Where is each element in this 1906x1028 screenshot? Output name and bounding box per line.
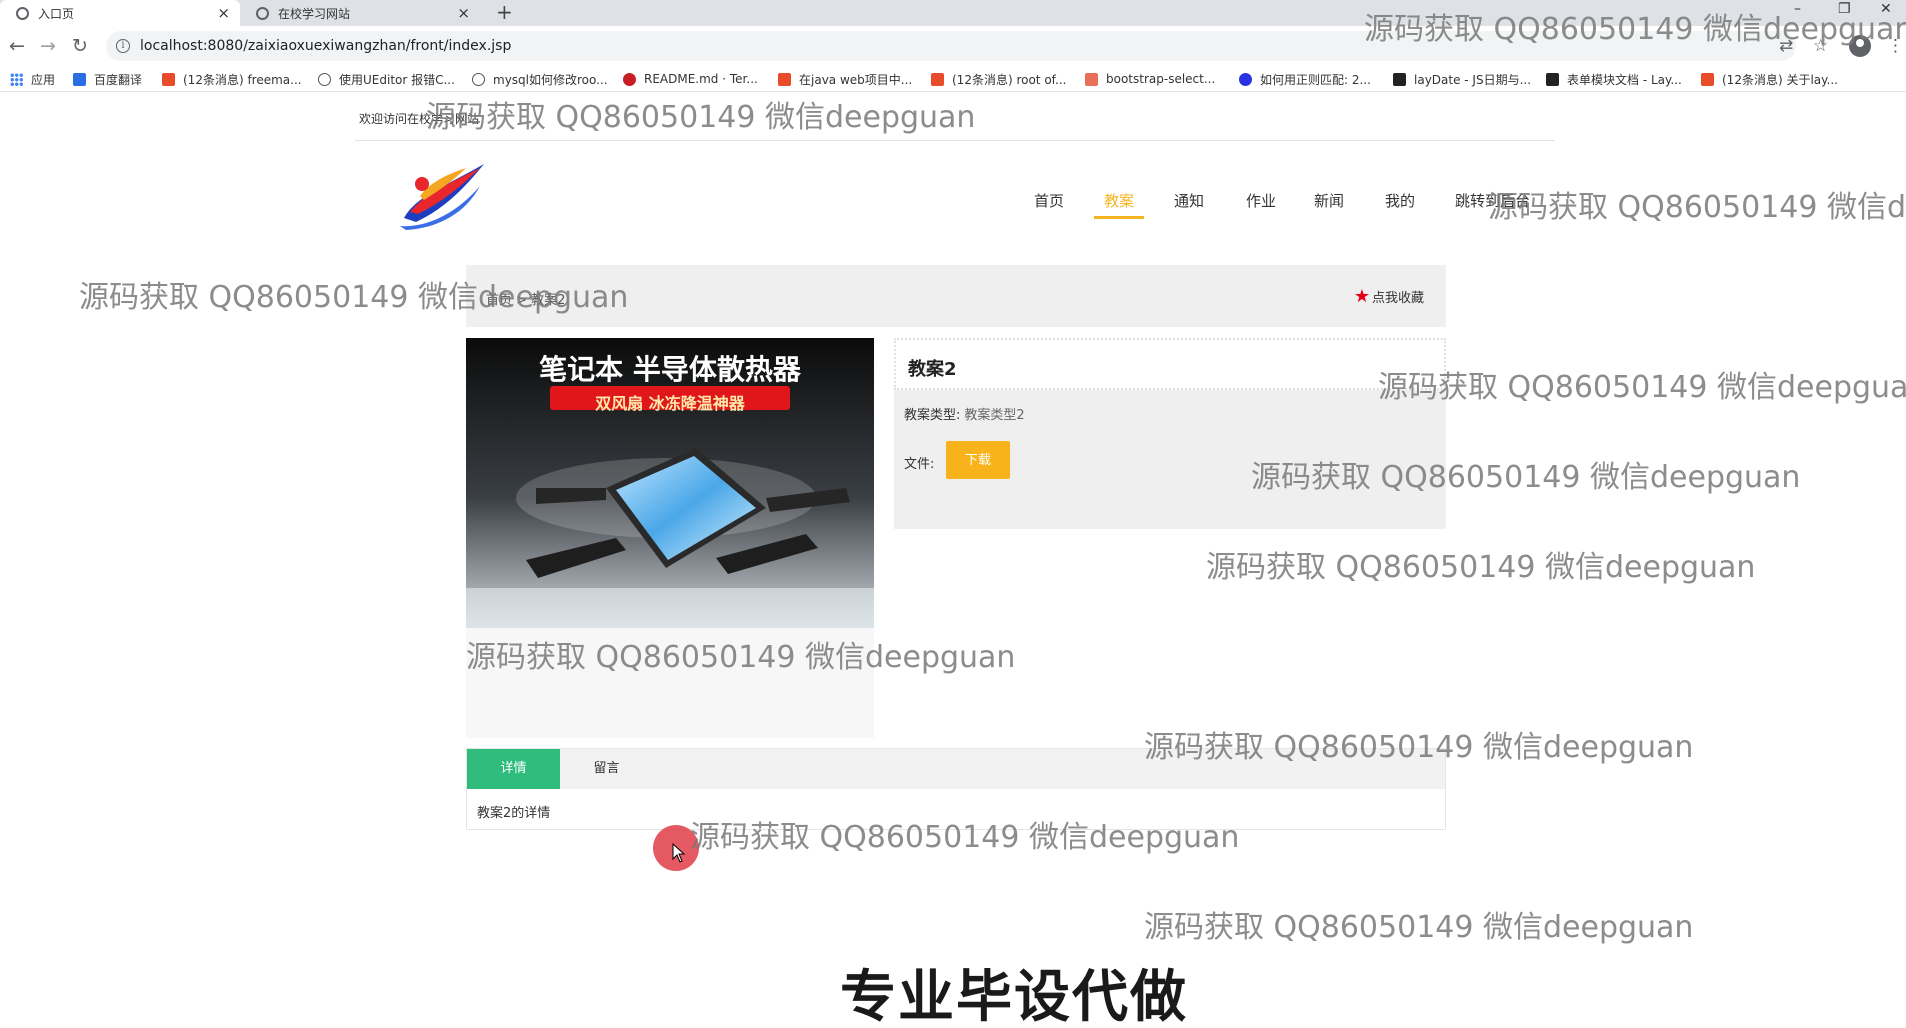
csdn-icon: [1701, 72, 1714, 86]
image-caption-area: [466, 628, 874, 738]
favorite-button[interactable]: ★ 点我收藏: [1354, 287, 1424, 306]
window-close-icon[interactable]: ✕: [1880, 0, 1892, 22]
csdn-icon: [931, 72, 944, 86]
forward-arrow-icon[interactable]: →: [40, 34, 56, 58]
csdn-icon: [162, 72, 175, 86]
profile-avatar-icon[interactable]: [1849, 35, 1871, 57]
bookmark-regex[interactable]: 如何用正则匹配: 2...: [1239, 70, 1371, 88]
active-nav-indicator: [1094, 216, 1144, 219]
layui-icon: [1546, 72, 1559, 86]
file-label: 文件:: [904, 457, 935, 472]
lesson-plan-info-panel: 教案2 教案类型: 教案类型2 文件: 下载: [894, 338, 1446, 529]
lesson-plan-title: 教案2: [908, 359, 957, 380]
nav-notices[interactable]: 通知: [1174, 190, 1204, 211]
bookmark-apps[interactable]: 应用: [10, 70, 55, 88]
bookmark-gitee-readme[interactable]: README.md · Ter...: [623, 70, 758, 88]
translate-icon[interactable]: ⇄: [1779, 36, 1793, 56]
mouse-pointer-icon: [672, 843, 686, 863]
bookmark-csdn-layui[interactable]: (12条消息) 关于lay...: [1701, 70, 1838, 88]
baidu-translate-icon: [73, 72, 86, 86]
header-divider: [355, 140, 1555, 141]
bookmark-java-web[interactable]: 在java web项目中...: [778, 70, 912, 88]
apps-grid-icon: [10, 72, 23, 86]
nav-news[interactable]: 新闻: [1314, 190, 1344, 211]
bookmark-ueditor[interactable]: 使用UEditor 报错C...: [318, 70, 455, 88]
file-row: 文件:: [904, 453, 934, 472]
watermark-text: 源码获取 QQ86050149 微信deepguan: [1144, 910, 1694, 945]
image-subline: 双风扇 冰冻降温神器: [595, 394, 745, 413]
site-icon: [256, 6, 269, 20]
bookmark-mysql[interactable]: mysql如何修改roo...: [472, 70, 608, 88]
site-logo[interactable]: [396, 156, 488, 230]
back-arrow-icon[interactable]: ←: [9, 34, 25, 58]
tab-messages[interactable]: 留言: [560, 749, 653, 789]
menu-kebab-icon[interactable]: ⋮: [1887, 36, 1904, 56]
globe-icon: [16, 6, 29, 20]
type-row: 教案类型: 教案类型2: [904, 404, 1025, 423]
tabs-header: 详情 留言: [467, 749, 1445, 789]
nav-backend[interactable]: 跳转到后台: [1455, 190, 1530, 211]
star-icon: ★: [1353, 285, 1370, 307]
nav-lesson-plans[interactable]: 教案: [1104, 190, 1134, 211]
reload-icon[interactable]: ↻: [72, 34, 88, 58]
baidu-paw-icon: [1239, 72, 1252, 86]
tab-title: 入口页: [38, 6, 75, 21]
detail-tabs: 详情 留言 教案2的详情: [466, 748, 1446, 830]
nav-my[interactable]: 我的: [1385, 190, 1415, 211]
tab-title: 在校学习网站: [278, 6, 351, 21]
nav-homework[interactable]: 作业: [1246, 190, 1276, 211]
url-text[interactable]: localhost:8080/zaixiaoxuexiwangzhan/fron…: [140, 38, 511, 54]
minimize-icon[interactable]: –: [1794, 0, 1801, 22]
gitee-icon: [623, 72, 636, 86]
browser-tab-entry[interactable]: 入口页 ×: [0, 0, 240, 26]
info-icon[interactable]: i: [116, 39, 130, 53]
bookmark-baidu-translate[interactable]: 百度翻译: [73, 70, 142, 88]
type-value: 教案类型2: [964, 408, 1025, 423]
tab-content: 教案2的详情: [477, 806, 551, 821]
bookmark-bootstrap-select[interactable]: bootstrap-select...: [1085, 70, 1215, 88]
bookmark-csdn-root[interactable]: (12条消息) root of...: [931, 70, 1066, 88]
close-tab-icon[interactable]: ×: [457, 4, 470, 22]
download-button[interactable]: 下载: [946, 441, 1010, 479]
bookmark-laydate[interactable]: layDate - JS日期与...: [1393, 70, 1531, 88]
tab-details[interactable]: 详情: [467, 749, 560, 789]
breadcrumb-bar: 首页 > 教案2 ★ 点我收藏: [466, 265, 1446, 327]
bookmarks-bar: 应用 百度翻译 (12条消息) freema... 使用UEditor 报错C.…: [0, 66, 1906, 92]
address-toolbar: ← → ↻ i localhost:8080/zaixiaoxuexiwangz…: [0, 26, 1906, 66]
new-tab-button[interactable]: +: [496, 0, 513, 26]
browser-tab-bar: 入口页 × 在校学习网站 × + – ❐ ✕: [0, 0, 1906, 26]
type-label: 教案类型:: [904, 408, 961, 423]
link-icon: [318, 72, 331, 86]
bottom-caption: 专业毕设代做: [840, 965, 1188, 1028]
link-icon: [472, 72, 485, 86]
watermark-text: 源码获取 QQ86050149 微信deepguan: [426, 100, 976, 135]
watermark-text: 源码获取 QQ86050149 微信deepguan: [1488, 190, 1906, 225]
breadcrumb[interactable]: 首页 > 教案2: [486, 289, 565, 308]
watermark-text: 源码获取 QQ86050149 微信deepguan: [1378, 370, 1906, 405]
image-headline: 笔记本 半导体散热器: [539, 353, 801, 386]
close-tab-icon[interactable]: ×: [217, 4, 230, 22]
title-box: 教案2: [894, 338, 1446, 390]
bookmark-layui-form[interactable]: 表单模块文档 - Lay...: [1546, 70, 1682, 88]
layui-icon: [1393, 72, 1406, 86]
welcome-text: 欢迎访问在校学习网站: [359, 112, 480, 126]
bookmark-csdn-freemarker[interactable]: (12条消息) freema...: [162, 70, 302, 88]
restore-icon[interactable]: ❐: [1838, 0, 1851, 22]
jianshu-icon: [1085, 72, 1098, 86]
favorite-label: 点我收藏: [1371, 291, 1424, 306]
nav-home[interactable]: 首页: [1034, 190, 1064, 211]
browser-tab-study-site[interactable]: 在校学习网站 ×: [240, 0, 480, 26]
csdn-icon: [778, 72, 791, 86]
url-bar[interactable]: i localhost:8080/zaixiaoxuexiwangzhan/fr…: [106, 31, 1796, 61]
watermark-text: 源码获取 QQ86050149 微信deepguan: [1206, 550, 1756, 585]
bookmark-star-icon[interactable]: ☆: [1813, 36, 1828, 56]
lesson-plan-image: 笔记本 半导体散热器 双风扇 冰冻降温神器: [466, 338, 874, 628]
